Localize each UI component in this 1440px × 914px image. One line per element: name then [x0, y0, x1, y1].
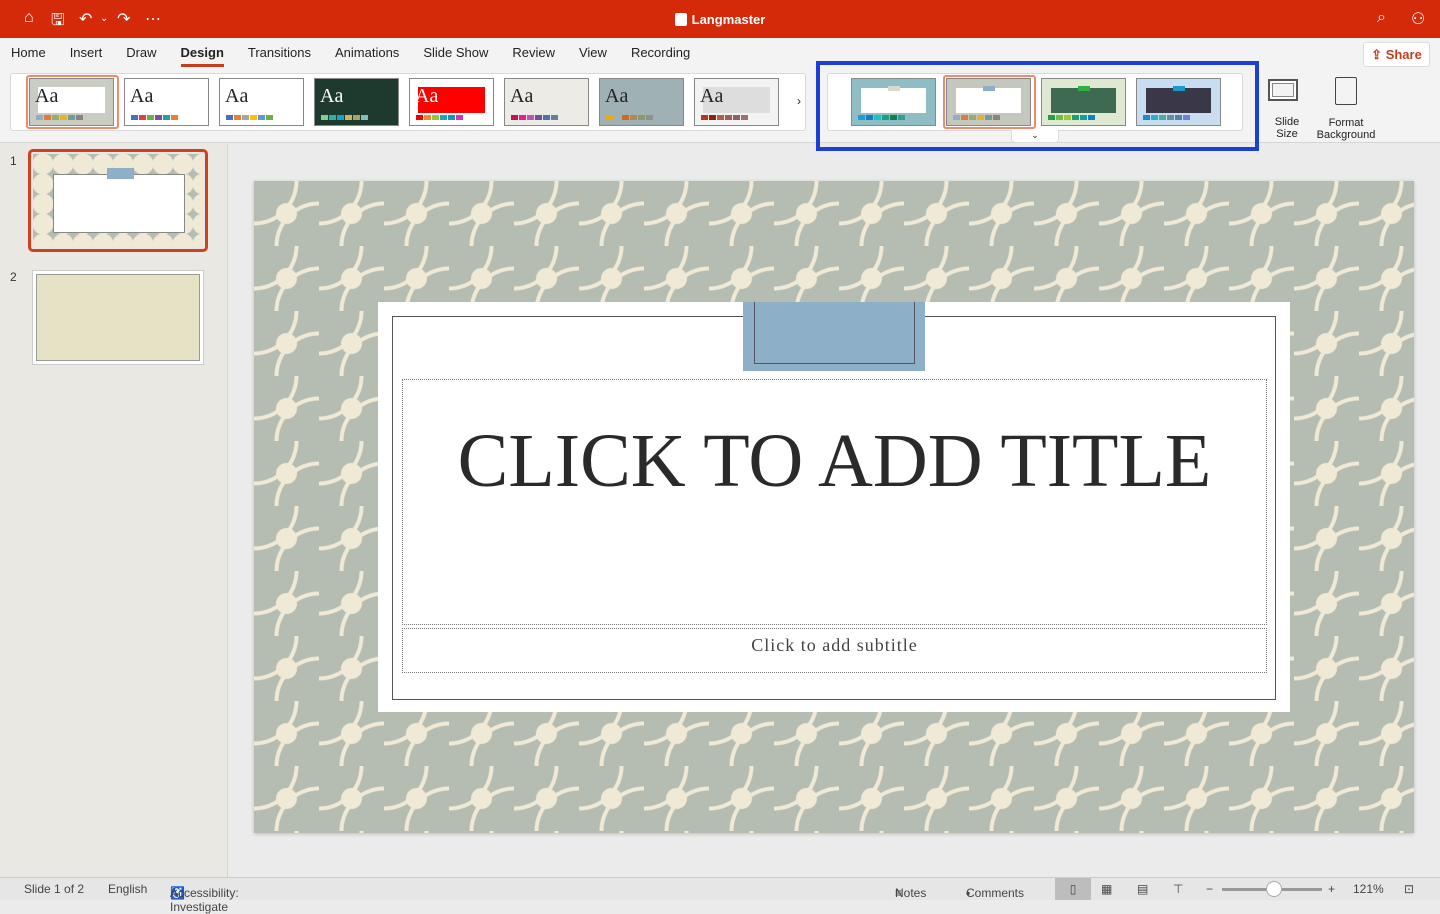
color-swatches — [511, 115, 558, 120]
collaborate-icon[interactable]: ⚇ — [1411, 9, 1425, 29]
slide-number: 1 — [10, 154, 17, 168]
tab-review[interactable]: Review — [512, 45, 555, 67]
color-swatches — [701, 115, 748, 120]
theme-preview-text: Aa — [605, 85, 629, 107]
share-label: Share — [1385, 47, 1422, 62]
slide-counter: Slide 1 of 2 — [24, 882, 85, 896]
color-swatches — [606, 115, 653, 120]
comments-label: Comments — [966, 886, 1025, 900]
decorative-tab — [743, 302, 925, 371]
status-bar: Slide 1 of 2 English ♿ Accessibility: In… — [0, 877, 1440, 914]
zoom-slider-thumb[interactable] — [1265, 881, 1282, 897]
search-icon[interactable]: ⌕ — [1377, 9, 1386, 27]
app-title-text: Langmaster — [691, 12, 766, 27]
normal-view-button[interactable]: ▯ — [1055, 878, 1091, 900]
tab-recording[interactable]: Recording — [631, 45, 690, 67]
ribbon-tabs: Home Insert Draw Design Transitions Animation… — [11, 45, 714, 67]
gallery-next-icon[interactable]: › — [797, 94, 801, 108]
title-card: CLICK TO ADD TITLE Click to add subtitle — [378, 302, 1290, 712]
selected-theme-indicator — [26, 75, 119, 129]
format-background-icon — [1335, 77, 1357, 105]
subtitle-placeholder[interactable]: Click to add subtitle — [402, 628, 1267, 673]
format-background-button[interactable]: Format Background — [1314, 75, 1378, 141]
theme-preview-text: Aa — [700, 85, 724, 107]
tab-home[interactable]: Home — [11, 45, 46, 67]
theme-preview-text: Aa — [225, 85, 249, 107]
color-swatches — [321, 115, 368, 120]
slide-thumbnail-2[interactable] — [32, 270, 204, 365]
slide-size-label: Slide Size — [1274, 116, 1300, 140]
tab-transitions[interactable]: Transitions — [248, 45, 311, 67]
tab-animations[interactable]: Animations — [335, 45, 399, 67]
slide-thumbnails-pane: 1 2 — [0, 144, 228, 877]
zoom-in-button[interactable]: + — [1328, 882, 1335, 896]
fit-to-window-icon[interactable]: ⊡ — [1404, 882, 1414, 896]
theme-preview-text: Aa — [130, 85, 154, 107]
theme-preview-text: Aa — [320, 85, 344, 107]
theme-preview-text: Aa — [415, 85, 439, 107]
title-placeholder[interactable]: CLICK TO ADD TITLE — [402, 379, 1267, 625]
app-title: Langmaster — [0, 12, 1440, 27]
tab-draw[interactable]: Draw — [126, 45, 156, 67]
theme-thumbnail[interactable]: Aa — [504, 78, 589, 126]
tab-slide-show[interactable]: Slide Show — [423, 45, 488, 67]
tab-view[interactable]: View — [579, 45, 607, 67]
tab-design[interactable]: Design — [180, 45, 224, 67]
variants-highlight-box — [816, 61, 1259, 151]
theme-thumbnail[interactable]: Aa — [599, 78, 684, 126]
theme-thumbnail[interactable]: Aa — [124, 78, 209, 126]
theme-thumbnail[interactable]: Aa — [219, 78, 304, 126]
slide-thumbnail-1[interactable] — [28, 149, 208, 252]
slide-size-icon — [1268, 79, 1298, 101]
slide-canvas: CLICK TO ADD TITLE Click to add subtitle — [254, 181, 1414, 833]
slide-size-button[interactable]: Slide Size — [1266, 75, 1308, 140]
theme-preview-text: Aa — [510, 85, 534, 107]
notes-label: Notes — [895, 886, 927, 900]
zoom-out-button[interactable]: − — [1206, 882, 1213, 896]
slideshow-view-icon[interactable]: ⊤ — [1173, 882, 1183, 896]
theme-thumbnail[interactable]: Aa — [694, 78, 779, 126]
powerpoint-logo-icon — [674, 13, 687, 26]
color-swatches — [226, 115, 273, 120]
reading-view-icon[interactable]: ▤ — [1137, 882, 1148, 896]
themes-gallery: › Aa Aa Aa Aa Aa Aa Aa Aa — [10, 73, 806, 131]
slide-number: 2 — [10, 270, 17, 284]
share-button[interactable]: ⇪ Share — [1363, 42, 1430, 67]
title-bar: ⌂ 🖫 ↶ ⌄ ↷ ⋯ Langmaster ⌕ ⚇ — [0, 0, 1440, 38]
tab-insert[interactable]: Insert — [70, 45, 103, 67]
format-background-label: Format Background — [1316, 117, 1376, 141]
slide-sorter-view-icon[interactable]: ▦ — [1101, 882, 1112, 896]
color-swatches — [416, 115, 463, 120]
accessibility-label: Accessibility: Investigate — [170, 886, 239, 914]
color-swatches — [131, 115, 178, 120]
theme-thumbnail[interactable]: Aa — [314, 78, 399, 126]
language-button[interactable]: English — [108, 882, 147, 896]
zoom-level[interactable]: 121% — [1353, 882, 1384, 896]
theme-thumbnail[interactable]: Aa — [409, 78, 494, 126]
